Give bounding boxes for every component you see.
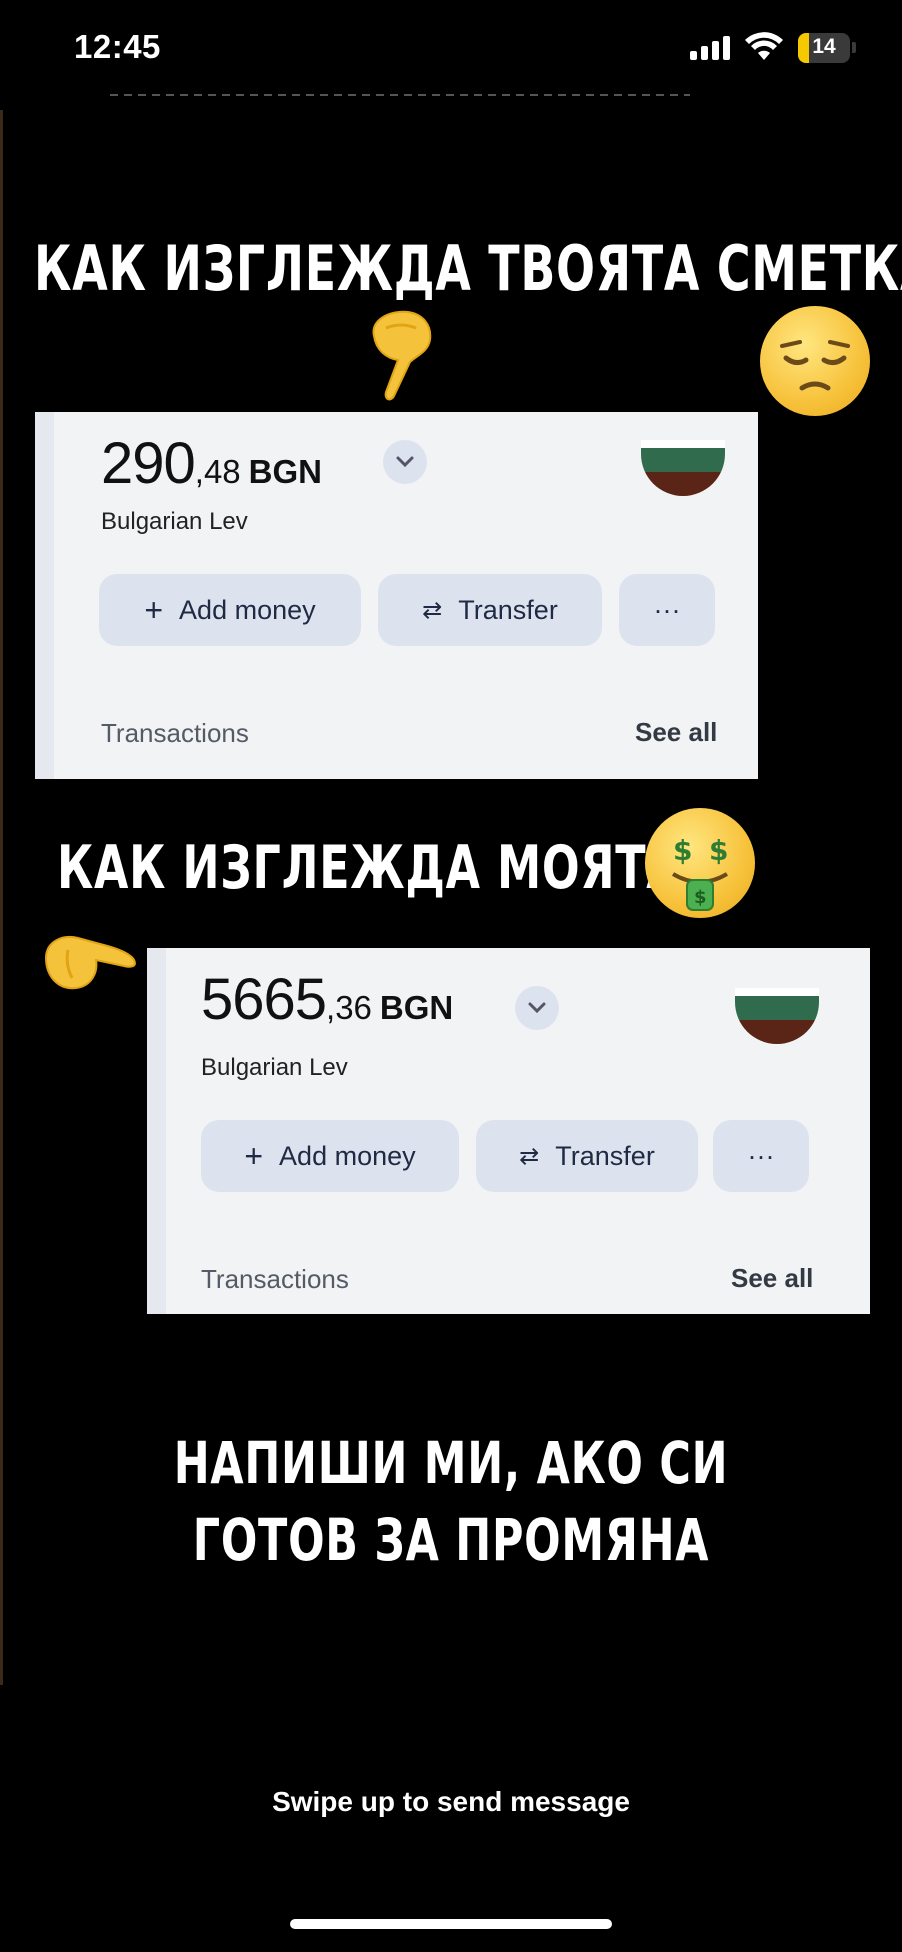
- chevron-down-icon: [528, 1002, 546, 1014]
- money-mouth-face-icon: $ $ $: [645, 808, 755, 918]
- battery-cap: [852, 42, 856, 53]
- more-icon: ···: [653, 594, 681, 625]
- call-to-action-line-1: НАПИШИ МИ, АКО СИ: [173, 1429, 729, 1497]
- more-button[interactable]: ···: [619, 574, 715, 646]
- balance-currency: BGN: [379, 989, 454, 1026]
- currency-name: Bulgarian Lev: [101, 508, 248, 535]
- transfer-label: Transfer: [458, 594, 558, 625]
- swipe-up-reply[interactable]: Swipe up to send message: [0, 1786, 902, 1818]
- bulgaria-flag-icon: [735, 988, 819, 1044]
- transfer-button[interactable]: ⇄ Transfer: [378, 574, 602, 646]
- call-to-action-heading: НАПИШИ МИ, АКО СИ ГОТОВ ЗА ПРОМЯНА: [117, 1425, 784, 1579]
- pointing-hand-icon: [44, 936, 136, 990]
- pointing-hand-icon: [372, 310, 432, 401]
- balance-decimal: ,36: [326, 989, 372, 1026]
- heading-my-account: КАК ИЗГЛЕЖДА МОЯТА: [57, 833, 682, 903]
- balance-amount: 290,48 BGN: [101, 430, 322, 497]
- balance-int: 5665: [201, 967, 327, 1032]
- bulgaria-flag-icon: [641, 440, 725, 496]
- add-money-button[interactable]: + Add money: [201, 1120, 459, 1192]
- call-to-action-line-2: ГОТОВ ЗА ПРОМЯНА: [192, 1506, 710, 1574]
- transfer-label: Transfer: [555, 1140, 655, 1171]
- balance-currency: BGN: [248, 453, 322, 490]
- card-strip: [147, 948, 166, 1314]
- story-progress-bar: [110, 94, 690, 96]
- balance-amount: 5665,36 BGN: [201, 966, 453, 1033]
- battery-icon: 14: [798, 33, 850, 63]
- story-edge: [0, 110, 3, 1685]
- balance-int: 290: [101, 431, 196, 496]
- card-strip: [35, 412, 54, 779]
- add-money-button[interactable]: + Add money: [99, 574, 361, 646]
- transfer-arrows-icon: ⇄: [422, 596, 443, 624]
- signal-icon: [690, 36, 734, 60]
- transfer-button[interactable]: ⇄ Transfer: [476, 1120, 698, 1192]
- account-card-yours: 290,48 BGN Bulgarian Lev + Add money ⇄ Tran…: [35, 412, 758, 779]
- svg-text:$: $: [673, 834, 692, 867]
- see-all-link[interactable]: See all: [635, 717, 717, 748]
- heading-your-account: КАК ИЗГЛЕЖДА ТВОЯТА СМЕТКА: [34, 232, 902, 305]
- transactions-label: Transactions: [201, 1264, 349, 1294]
- add-money-label: Add money: [179, 594, 316, 625]
- chevron-down-icon: [396, 456, 414, 468]
- add-money-label: Add money: [279, 1140, 416, 1171]
- plus-icon: +: [144, 591, 164, 628]
- svg-text:$: $: [694, 887, 707, 908]
- currency-dropdown[interactable]: [383, 440, 427, 484]
- battery-level: 14: [812, 35, 836, 58]
- wifi-icon: [745, 32, 783, 60]
- balance-decimal: ,48: [194, 453, 241, 490]
- currency-dropdown[interactable]: [515, 986, 559, 1030]
- more-icon: ···: [747, 1140, 775, 1171]
- svg-text:$: $: [709, 834, 728, 867]
- currency-name: Bulgarian Lev: [201, 1054, 348, 1081]
- plus-icon: +: [244, 1137, 264, 1174]
- account-card-mine: 5665,36 BGN Bulgarian Lev + Add money ⇄ Tra…: [147, 948, 870, 1314]
- transactions-label: Transactions: [101, 718, 249, 748]
- pensive-face-icon: [760, 306, 870, 416]
- see-all-link[interactable]: See all: [731, 1263, 813, 1294]
- more-button[interactable]: ···: [713, 1120, 809, 1192]
- home-indicator[interactable]: [290, 1919, 612, 1929]
- transfer-arrows-icon: ⇄: [519, 1142, 540, 1170]
- status-time: 12:45: [74, 28, 161, 65]
